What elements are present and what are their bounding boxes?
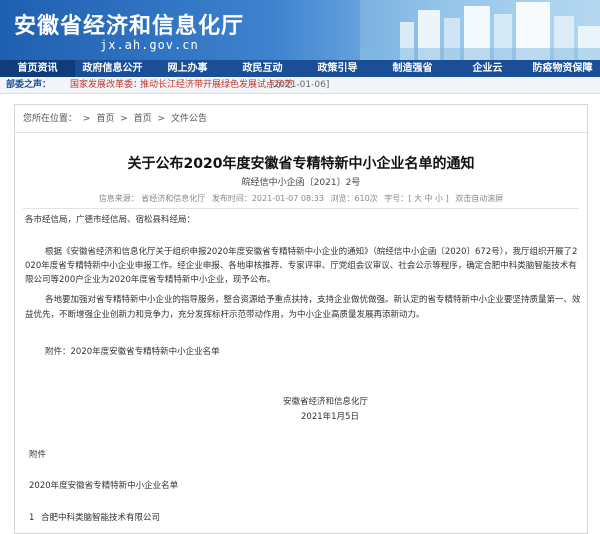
site-banner: 安徽省经济和信息化厅 jx.ah.gov.cn (0, 0, 600, 60)
nav-item-epidemic-supplies[interactable]: 防疫物资保障 (525, 60, 600, 77)
signature-date: 2021年1月5日 (301, 412, 359, 422)
breadcrumb-prefix: 您所在位置： (23, 114, 78, 124)
meta-published: 发布时间：2021-01-07 08:33 (211, 194, 324, 203)
nav-item-enterprise-cloud[interactable]: 企业云 (450, 60, 525, 77)
paragraph-1-line-3: 限公司等200户企业为2020年度省专精特新中小企业，现予公布。 (25, 275, 276, 285)
nav-item-gov-info[interactable]: 政府信息公开 (75, 60, 150, 77)
city-skyline-illustration (360, 0, 600, 60)
appendix-heading: 附件 (29, 450, 47, 460)
nav-item-manufacturing[interactable]: 制造强省 (375, 60, 450, 77)
ticker-date: [2021-01-06] (270, 80, 330, 90)
article-meta: 信息来源： 省经济和信息化厅 发布时间：2021-01-07 08:33 浏览：… (15, 193, 587, 204)
breadcrumb-separator: > (157, 114, 166, 124)
site-domain: jx.ah.gov.cn (100, 38, 199, 52)
font-size-switcher[interactable]: 字号：[ 大 中 小 ] (384, 194, 448, 203)
signature-organization: 安徽省经济和信息化厅 (283, 397, 369, 407)
breadcrumb-separator: > (120, 114, 128, 124)
breadcrumb-link-home[interactable]: 首页 (96, 114, 114, 124)
paragraph-2-line-2: 益优先，不断增强企业创新力和竞争力，充分发挥标杆示范带动作用，为中小企业高质量发… (25, 310, 425, 320)
breadcrumb: 您所在位置： > 首页 > 首页 > 文件公告 (15, 105, 587, 133)
breadcrumb-link-announcements[interactable]: 文件公告 (171, 114, 207, 124)
appendix-item-number: 1 (29, 513, 35, 523)
ticker-source[interactable]: 国家发展改革委： (70, 77, 142, 93)
meta-source: 信息来源： 省经济和信息化厅 (98, 194, 206, 203)
breadcrumb-separator: > (82, 114, 91, 124)
appendix-item-name: 合肥中科类脑智能技术有限公司 (41, 513, 161, 523)
meta-divider (23, 208, 579, 209)
paragraph-1-line-2: 020年度省专精特新中小企业申报工作。经企业申报、各地审核推荐、专家评审、厅党组… (25, 261, 577, 271)
article-card: 您所在位置： > 首页 > 首页 > 文件公告 关于公布2020年度安徽省专精特… (14, 104, 588, 534)
site-title[interactable]: 安徽省经济和信息化厅 (14, 8, 244, 40)
paragraph-1-line-1: 根据《安徽省经济和信息化厅关于组织申报2020年度安徽省专精特新中小企业的通知》… (45, 247, 578, 257)
breadcrumb-link-home-2[interactable]: 首页 (134, 114, 152, 124)
appendix-title: 2020年度安徽省专精特新中小企业名单 (29, 481, 179, 491)
auto-scroll-tip: 双击自动滚屏 (455, 194, 504, 203)
nav-item-home-news[interactable]: 首页资讯 (0, 60, 75, 77)
salutation: 各市经信局，广德市经信局、宿松县科经局： (25, 215, 196, 225)
paragraph-2-line-1: 各地要加强对省专精特新中小企业的指导服务，整合资源给予重点扶持，支持企业做优做强… (45, 295, 581, 305)
ticker-label: 部委之声： (6, 80, 52, 90)
meta-views: 浏览：610次 (330, 194, 378, 203)
nav-item-interaction[interactable]: 政民互动 (225, 60, 300, 77)
main-nav: 首页资讯 政府信息公开 网上办事 政民互动 政策引导 制造强省 企业云 防疫物资… (0, 60, 600, 77)
document-number: 皖经信中小企函〔2021〕2号 (241, 178, 361, 188)
article-title: 关于公布2020年度安徽省专精特新中小企业名单的通知 (127, 156, 475, 172)
nav-item-online-service[interactable]: 网上办事 (150, 60, 225, 77)
news-ticker: 部委之声： 国家发展改革委： 推动长江经济带开展绿色发展试点示范 [2021-0… (0, 77, 600, 94)
nav-item-policy[interactable]: 政策引导 (300, 60, 375, 77)
attachment-link[interactable]: 附件：2020年度安徽省专精特新中小企业名单 (45, 345, 220, 359)
